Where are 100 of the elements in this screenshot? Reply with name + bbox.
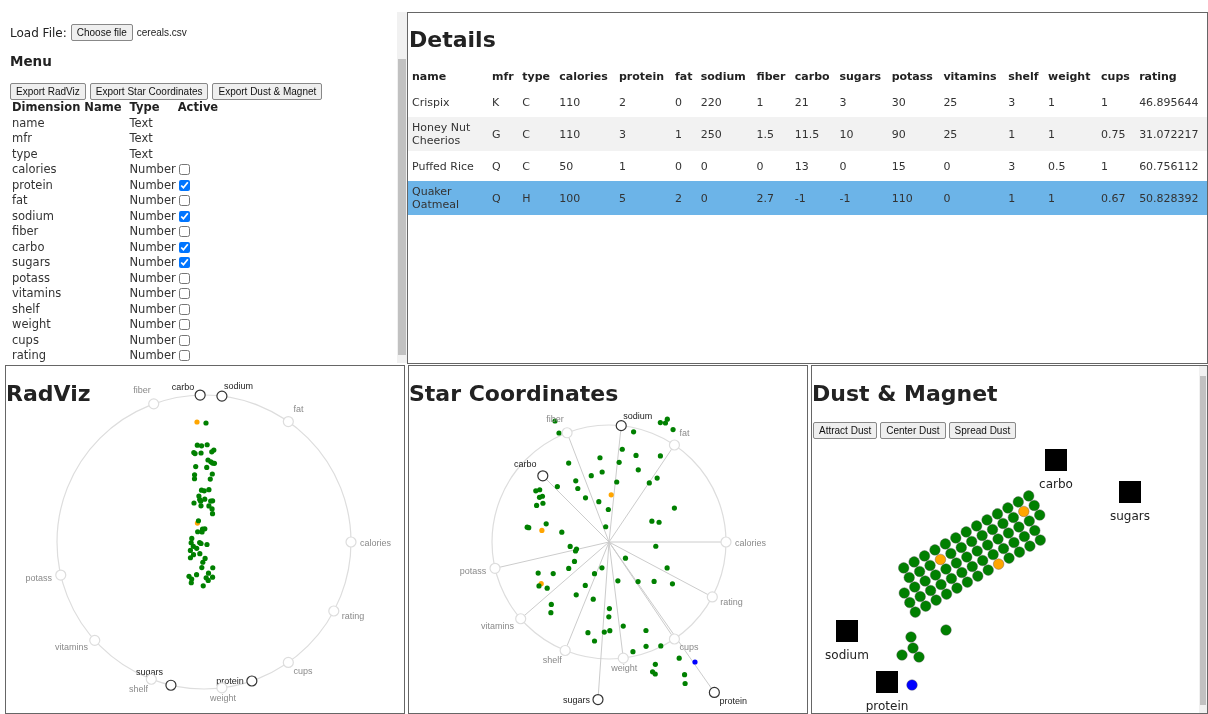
file-name: cereals.csv	[136, 27, 187, 38]
table-cell: 110	[555, 87, 615, 117]
dust-button[interactable]: Center Dust	[880, 422, 946, 439]
table-cell: 3	[614, 117, 671, 151]
dimension-type: Number	[128, 317, 177, 333]
dimension-type: Number	[128, 224, 177, 240]
active-checkbox[interactable]	[178, 195, 190, 206]
dimension-name: shelf	[11, 301, 41, 317]
export-button[interactable]: Export Star Coordinates	[89, 83, 209, 100]
column-header: protein	[617, 69, 666, 85]
export-button[interactable]: Export RadViz	[10, 83, 86, 100]
active-checkbox[interactable]	[178, 241, 190, 253]
table-cell: 1	[1004, 181, 1045, 215]
dimension-anchor[interactable]	[246, 675, 258, 687]
anchor-label: sodium	[623, 410, 653, 421]
active-checkbox[interactable]	[178, 210, 190, 222]
dimension-anchor[interactable]	[537, 470, 549, 482]
table-cell: 100	[555, 181, 615, 215]
magnet-label: sodium	[825, 648, 869, 662]
dimension-anchor[interactable]	[194, 389, 206, 401]
active-checkbox[interactable]	[178, 350, 190, 361]
table-cell: Q	[488, 181, 519, 215]
anchor-label: carbo	[171, 382, 195, 393]
table-cell: 0	[835, 151, 888, 181]
table-cell: 0	[671, 151, 697, 181]
dimension-type: Number	[128, 162, 177, 178]
table-cell: 31.072217	[1135, 117, 1207, 151]
table-cell: Puffed Rice	[408, 151, 488, 181]
table-cell: 0	[939, 181, 1005, 215]
table-cell: C	[518, 151, 556, 181]
anchor-label: rating	[720, 597, 743, 608]
table-cell: 50.828392	[1135, 181, 1207, 215]
column-header: shelf	[1007, 69, 1040, 85]
table-cell: 2	[671, 181, 697, 215]
dimension-type: Number	[128, 193, 177, 209]
table-cell: 1	[1044, 181, 1098, 215]
dimension-name: sodium	[11, 208, 55, 224]
active-checkbox[interactable]	[178, 288, 190, 299]
anchor-label: calories	[735, 538, 766, 548]
dimension-anchor[interactable]	[708, 686, 720, 699]
dust-magnet-title: Dust & Magnet	[812, 381, 998, 406]
dimension-anchor[interactable]	[592, 693, 604, 706]
anchor-label: calories	[360, 538, 391, 548]
table-cell: G	[488, 117, 519, 151]
table-row[interactable]: Puffed Rice Q C 50 1 0 0 0 13 0 15 0 3 0.5 1 60.756112	[408, 151, 1207, 181]
active-checkbox[interactable]	[178, 319, 190, 330]
active-checkbox[interactable]	[178, 179, 190, 191]
export-button[interactable]: Export Dust & Magnet	[212, 83, 323, 100]
table-row[interactable]: Crispix K C 110 2 0 220 1 21 3 30 25 3 1 1 46.895644	[408, 87, 1207, 117]
dimension-type: Number	[128, 239, 177, 255]
table-cell: 5	[614, 181, 671, 215]
table-cell: 2.7	[752, 181, 791, 215]
anchor-label: protein	[216, 676, 244, 686]
table-cell: 3	[835, 87, 888, 117]
dimension-type: Text	[128, 131, 154, 147]
anchor-label: rating	[341, 611, 365, 622]
table-cell: 0.75	[1097, 117, 1136, 151]
active-checkbox[interactable]	[178, 303, 190, 315]
table-cell: Crispix	[408, 87, 488, 117]
dimension-anchor[interactable]	[216, 390, 228, 402]
table-cell: 25	[939, 87, 1005, 117]
anchor-label: vitamins	[480, 620, 514, 631]
active-checkbox[interactable]	[178, 257, 190, 268]
dimension-name: potass	[11, 270, 51, 286]
table-cell: 0.5	[1044, 151, 1098, 181]
scrollbar[interactable]	[1199, 366, 1207, 713]
anchor-label: sodium	[223, 381, 253, 392]
active-checkbox[interactable]	[178, 164, 190, 175]
magnet-label: protein	[865, 699, 909, 712]
column-header: cups	[1100, 69, 1131, 85]
dust-button[interactable]: Spread Dust	[948, 422, 1017, 439]
dimension-type: Number	[128, 270, 177, 286]
active-checkbox[interactable]	[178, 226, 190, 237]
dimension-name: sugars	[11, 255, 52, 271]
active-checkbox[interactable]	[178, 334, 190, 346]
column-header: mfr	[491, 69, 515, 85]
scrollbar[interactable]	[397, 12, 407, 363]
details-title: Details	[409, 27, 497, 52]
dimension-name: fat	[11, 193, 29, 209]
table-cell: 1	[614, 151, 671, 181]
dimension-anchor[interactable]	[615, 420, 627, 432]
dimension-type: Number	[128, 286, 177, 302]
table-cell: 3	[1004, 151, 1045, 181]
anchor-label: vitamins	[55, 642, 89, 653]
dimension-name: fiber	[11, 224, 40, 240]
load-file-label: Load File:	[10, 25, 67, 40]
choose-file-button[interactable]: Choose file	[70, 24, 133, 41]
table-cell: 1.5	[752, 117, 791, 151]
anchor-label: fiber	[133, 385, 151, 396]
dimension-type: Number	[128, 177, 177, 193]
table-cell: 110	[555, 117, 615, 151]
dust-button[interactable]: Attract Dust	[813, 422, 878, 439]
active-checkbox[interactable]	[178, 272, 190, 284]
table-cell: 1	[752, 87, 791, 117]
table-cell: 10	[835, 117, 888, 151]
dimension-anchor[interactable]	[165, 679, 177, 691]
table-cell: Q	[488, 151, 519, 181]
table-cell: 250	[696, 117, 753, 151]
table-cell: C	[518, 87, 556, 117]
dimension-name: vitamins	[11, 286, 63, 302]
